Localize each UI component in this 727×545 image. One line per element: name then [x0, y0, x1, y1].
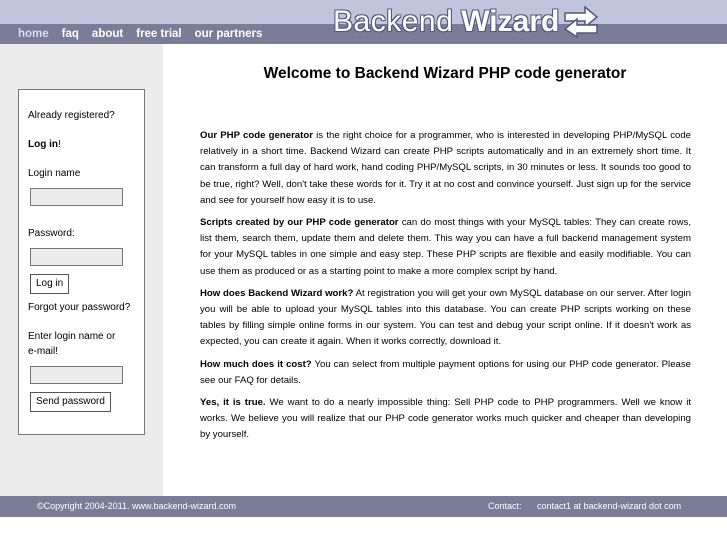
site-logo: Backend Wizard	[333, 2, 599, 42]
forgot-password-text: Forgot your password?	[28, 302, 131, 313]
content-paragraph: Yes, it is true. We want to do a nearly …	[200, 395, 691, 444]
content-paragraph: Scripts created by our PHP code generato…	[200, 215, 691, 280]
paragraph-body: is the right choice for a programmer, wh…	[200, 130, 692, 206]
footer-contact-label: Contact:	[488, 501, 522, 511]
content-paragraph: How does Backend Wizard work? At registr…	[200, 286, 691, 351]
nav-about-link[interactable]: about	[92, 26, 123, 42]
main-nav: home faq about free trial our partners	[18, 26, 275, 42]
recovery-email-input[interactable]	[30, 366, 123, 384]
enter-login-text-line1: Enter login name or	[28, 331, 116, 342]
nav-our-partners-link[interactable]: our partners	[195, 26, 263, 42]
log-in-heading-bold: Log in	[28, 139, 58, 150]
page-title: Welcome to Backend Wizard PHP code gener…	[263, 65, 627, 82]
login-button[interactable]: Log in	[30, 274, 70, 294]
log-in-heading: Log in!	[28, 139, 61, 150]
logo-text-wizard: Wizard	[461, 5, 560, 38]
paragraph-lead: Yes, it is true.	[200, 397, 266, 409]
paragraph-lead: Scripts created by our PHP code generato…	[200, 217, 399, 229]
nav-home-link[interactable]: home	[18, 26, 49, 42]
enter-login-text-line2: e-mail!	[28, 346, 59, 357]
main-content: Our PHP code generator is the right choi…	[200, 128, 691, 450]
nav-free-trial-link[interactable]: free trial	[136, 26, 181, 42]
login-name-label: Login name	[28, 168, 81, 179]
content-paragraph: How much does it cost? You can select fr…	[200, 357, 691, 389]
log-in-heading-suffix: !	[58, 139, 61, 150]
footer-contact-email: contact1 at backend-wizard dot com	[537, 501, 682, 511]
paragraph-lead: How does Backend Wizard work?	[200, 287, 354, 299]
password-label: Password:	[28, 228, 75, 239]
footer-copyright: ©Copyright 2004-2011. www.backend-wizard…	[37, 501, 237, 511]
paragraph-body: We want to do a nearly impossible thing:…	[200, 397, 691, 441]
password-input[interactable]	[30, 248, 123, 266]
double-arrow-icon	[564, 5, 599, 39]
logo-text-backend: Backend	[333, 5, 454, 38]
content-paragraph: Our PHP code generator is the right choi…	[200, 128, 691, 209]
send-password-button[interactable]: Send password	[30, 392, 111, 412]
paragraph-lead: How much does it cost?	[200, 358, 312, 370]
paragraph-lead: Our PHP code generator	[200, 130, 313, 141]
already-registered-text: Already registered?	[28, 110, 115, 121]
nav-faq-link[interactable]: faq	[62, 26, 79, 42]
login-name-input[interactable]	[30, 188, 123, 206]
